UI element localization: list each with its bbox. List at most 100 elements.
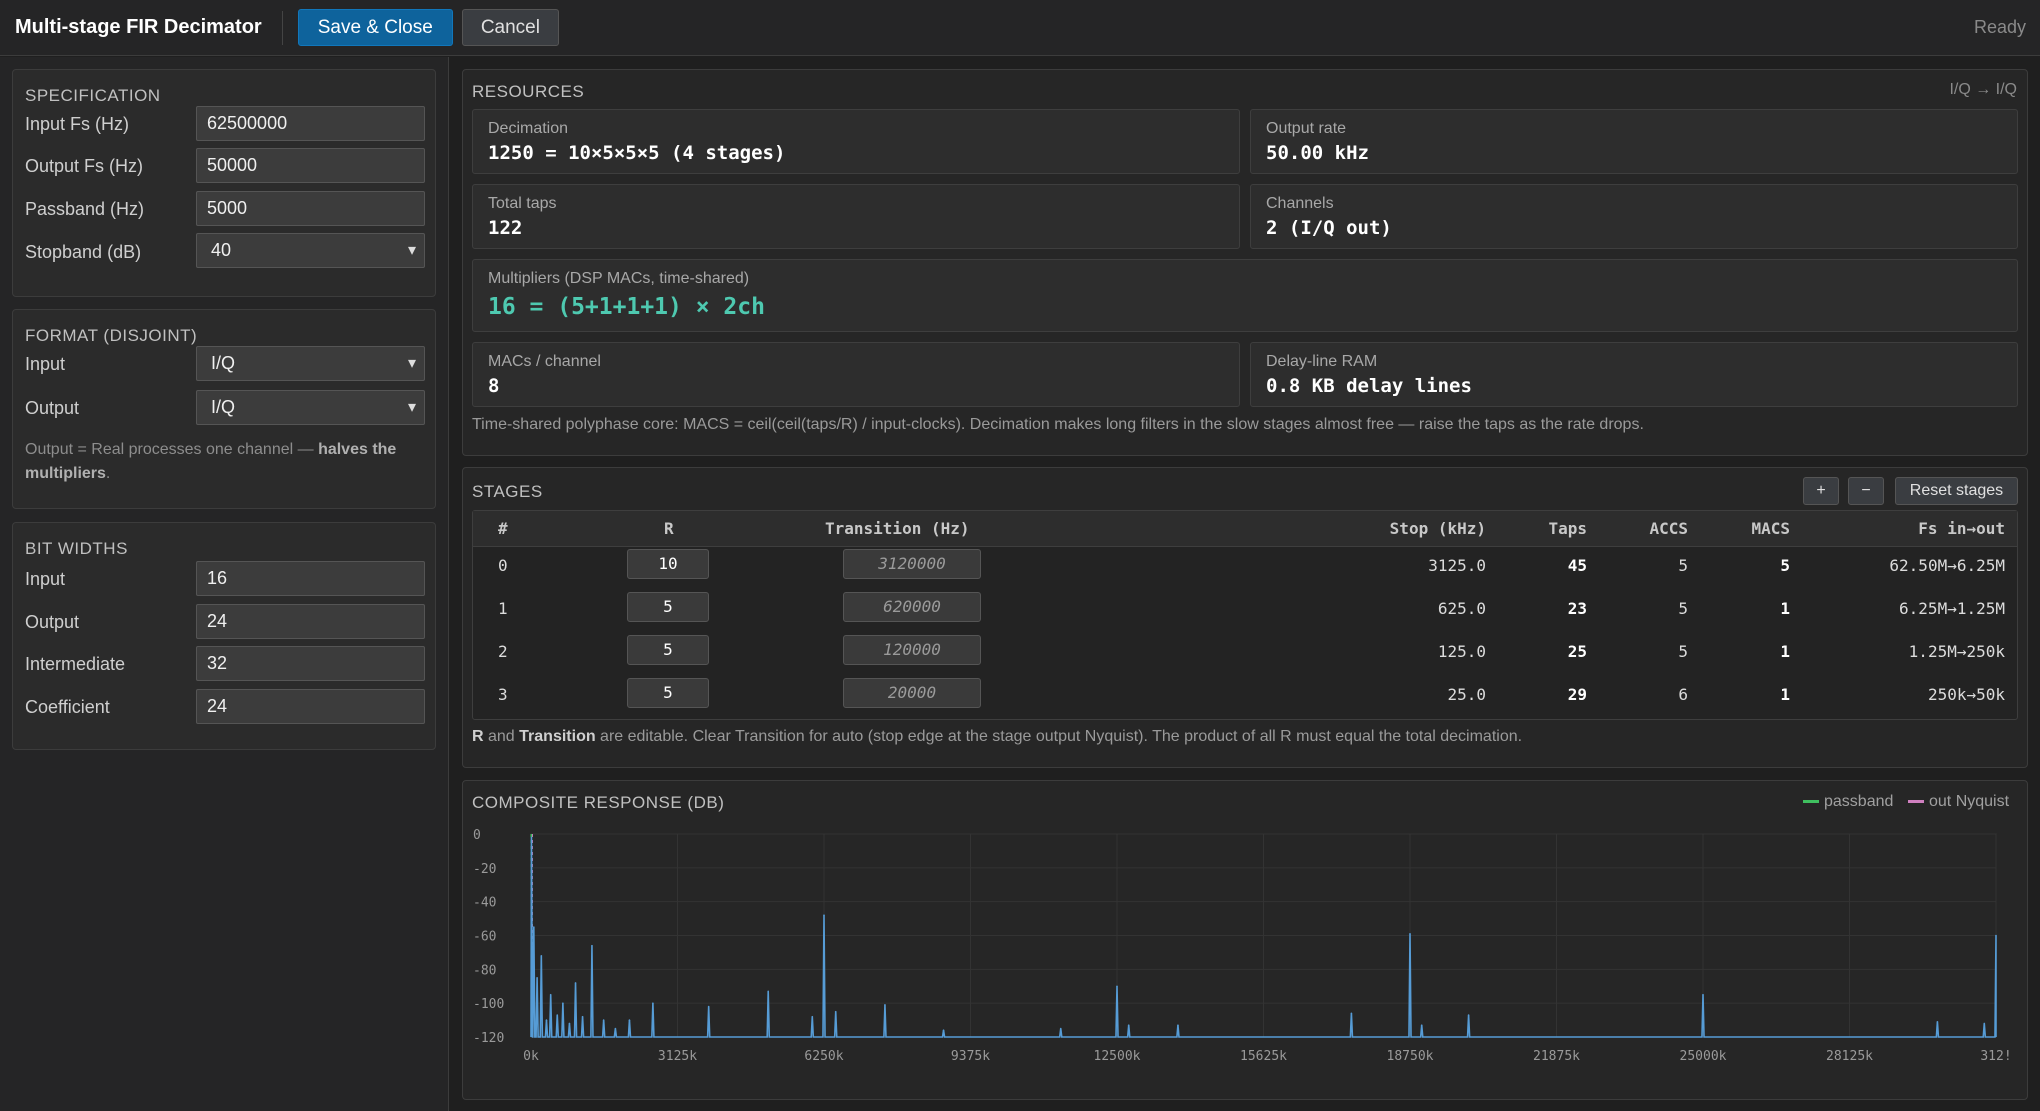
- save-close-button[interactable]: Save & Close: [297, 9, 453, 46]
- response-peak-point: [1936, 1020, 1939, 1023]
- stage-transition-input[interactable]: 120000: [843, 635, 981, 665]
- format-tag: I/Q → I/Q: [1949, 81, 2017, 98]
- col-transition-header: Transition (Hz): [825, 519, 970, 538]
- input-fs-field[interactable]: 62500000: [196, 106, 425, 141]
- bw-intermediate-field[interactable]: 32: [196, 646, 425, 681]
- response-peak-point: [652, 1002, 654, 1004]
- response-peak-point: [942, 1029, 945, 1032]
- stage-index: 3: [498, 685, 508, 704]
- response-peak-point: [1702, 993, 1704, 996]
- composite-response-panel: COMPOSITE RESPONSE (DB) passband out Nyq…: [462, 780, 2028, 1100]
- stage-index: 1: [498, 599, 508, 618]
- response-peak-point: [834, 1010, 837, 1013]
- x-tick-label: 12500k: [1094, 1049, 1141, 1064]
- top-bar: Multi-stage FIR Decimator Save & Close C…: [0, 0, 2040, 56]
- output-rate-label: Output rate: [1266, 120, 1347, 137]
- stage-transition-input[interactable]: 620000: [843, 592, 981, 622]
- stage-r-input[interactable]: 10: [627, 549, 709, 579]
- passband-field[interactable]: 5000: [196, 191, 425, 226]
- stage-stop: 625.0: [1437, 599, 1486, 618]
- response-peak-point: [614, 1027, 617, 1030]
- response-peak-point: [602, 1019, 605, 1021]
- output-rate-card: Output rate 50.00 kHz: [1250, 109, 2018, 174]
- stage-index: 2: [498, 642, 508, 661]
- col-r-header: R: [664, 519, 674, 538]
- bw-output-field[interactable]: 24: [196, 604, 425, 639]
- format-input-select[interactable]: I/Q ▾: [196, 346, 425, 381]
- decimation-label: Decimation: [488, 120, 569, 137]
- y-tick-label: -80: [473, 963, 496, 978]
- response-peak-point: [1059, 1027, 1062, 1030]
- stage-transition-input[interactable]: 20000: [843, 678, 981, 708]
- format-output-value: I/Q: [211, 397, 236, 417]
- passband-label: Passband (Hz): [25, 199, 145, 219]
- stage-r-input[interactable]: 5: [627, 678, 709, 708]
- response-peak-point: [1409, 933, 1411, 935]
- y-tick-label: -60: [473, 930, 496, 945]
- x-tick-label: 6250k: [804, 1049, 843, 1064]
- reset-stages-button[interactable]: Reset stages: [1895, 477, 2018, 505]
- channels-label: Channels: [1266, 195, 1334, 212]
- x-tick-label: 25000k: [1680, 1049, 1727, 1064]
- response-peak-point: [581, 1015, 584, 1018]
- remove-stage-button[interactable]: −: [1848, 477, 1884, 505]
- x-tick-label: 15625k: [1240, 1049, 1287, 1064]
- output-rate-value: 50.00 kHz: [1266, 142, 1369, 164]
- stage-macs: 5: [1780, 556, 1790, 575]
- response-peak-point: [540, 955, 543, 957]
- toolbar-divider: [281, 10, 283, 45]
- bw-input-field[interactable]: 16: [196, 561, 425, 596]
- y-tick-label: -100: [473, 997, 504, 1012]
- format-output-select[interactable]: I/Q ▾: [196, 390, 425, 425]
- delay-ram-label: Delay-line RAM: [1266, 353, 1378, 370]
- bw-coefficient-field[interactable]: 24: [196, 689, 425, 724]
- x-tick-label: 3125k: [658, 1049, 697, 1064]
- col-stop-header: Stop (kHz): [1389, 519, 1486, 538]
- response-peak-point: [536, 976, 538, 979]
- bw-coefficient-label: Coefficient: [25, 697, 110, 717]
- y-tick-label: -120: [473, 1031, 504, 1046]
- response-peak-point: [545, 1019, 548, 1021]
- stages-table: # R Transition (Hz) Stop (kHz) Taps ACCS…: [472, 510, 2018, 720]
- stage-fs: 62.50M→6.25M: [1889, 556, 2005, 575]
- x-tick-label: 18750k: [1387, 1049, 1434, 1064]
- stage-macs: 1: [1780, 642, 1790, 661]
- legend-passband: passband: [1803, 793, 1893, 811]
- format-title: FORMAT (DISJOINT): [25, 326, 198, 345]
- stage-stop: 125.0: [1437, 642, 1486, 661]
- stage-accs: 6: [1678, 685, 1688, 704]
- multipliers-card: Multipliers (DSP MACs, time-shared) 16 =…: [472, 259, 2018, 332]
- response-peak-point: [533, 926, 535, 928]
- stage-r-input[interactable]: 5: [627, 635, 709, 665]
- add-stage-button[interactable]: +: [1803, 477, 1839, 505]
- chevron-down-icon: ▾: [407, 399, 416, 416]
- app-title: Multi-stage FIR Decimator: [15, 16, 262, 38]
- response-peak-point: [628, 1019, 631, 1021]
- y-tick-label: 0: [473, 828, 481, 843]
- col-index-header: #: [498, 519, 508, 538]
- macs-value: 8: [488, 375, 500, 397]
- cancel-button[interactable]: Cancel: [461, 9, 559, 46]
- stages-caption: R and Transition are editable. Clear Tra…: [472, 728, 1523, 745]
- stopband-select[interactable]: 40 ▾: [196, 233, 425, 268]
- passband-swatch: [1803, 800, 1819, 804]
- input-fs-label: Input Fs (Hz): [25, 114, 130, 134]
- bw-output-label: Output: [25, 612, 80, 632]
- stage-transition-input[interactable]: 3120000: [843, 549, 981, 579]
- multipliers-value: 16 = (5+1+1+1) × 2ch: [488, 294, 765, 320]
- output-fs-field[interactable]: 50000: [196, 148, 425, 183]
- delay-ram-value: 0.8 KB delay lines: [1266, 375, 1472, 397]
- stage-index: 0: [498, 556, 508, 575]
- stopband-label: Stopband (dB): [25, 242, 142, 262]
- macs-card: MACs / channel 8: [472, 342, 1240, 407]
- stage-taps: 45: [1567, 556, 1587, 575]
- stage-r-input[interactable]: 5: [627, 592, 709, 622]
- chevron-down-icon: ▾: [407, 355, 416, 372]
- col-taps-header: Taps: [1548, 519, 1587, 538]
- total-taps-value: 122: [488, 217, 523, 239]
- response-peak-point: [823, 914, 825, 916]
- format-input-label: Input: [25, 354, 66, 374]
- multipliers-label: Multipliers (DSP MACs, time-shared): [488, 270, 750, 287]
- stage-taps: 23: [1567, 599, 1587, 618]
- decimation-card: Decimation 1250 = 10×5×5×5 (4 stages): [472, 109, 1240, 174]
